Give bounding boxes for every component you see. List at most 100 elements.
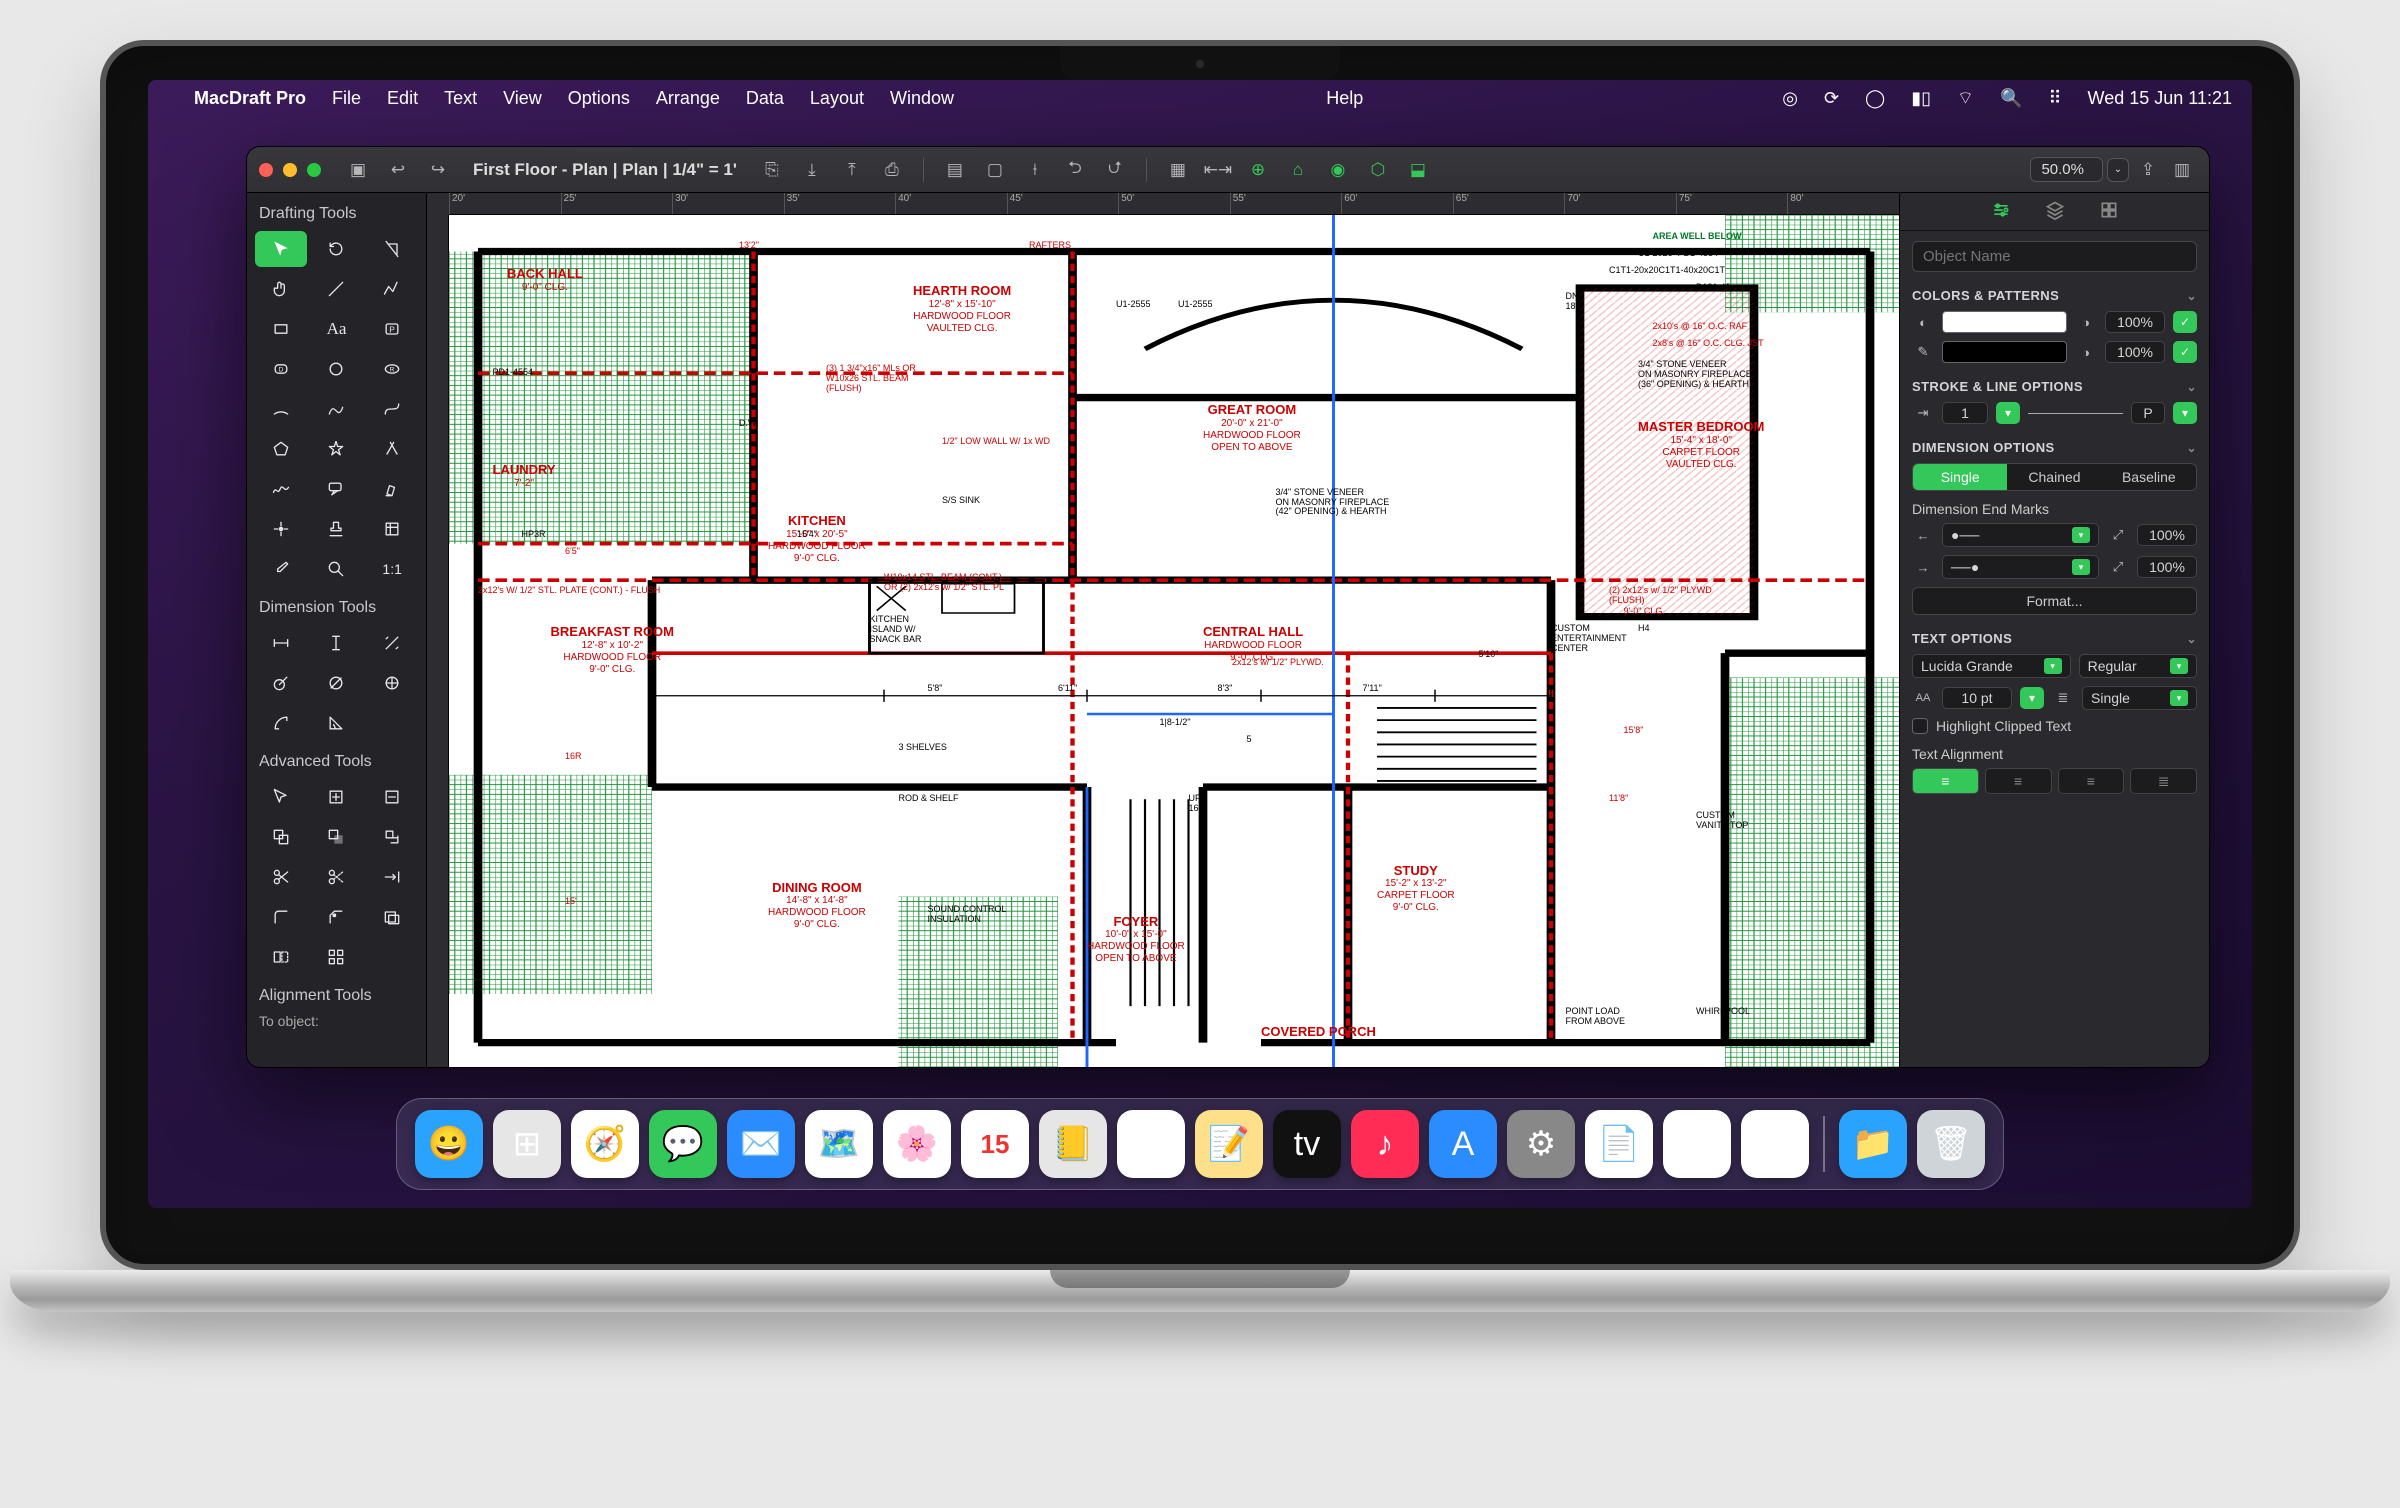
leading-dropdown[interactable]: Single▾ <box>2082 686 2197 710</box>
align-icon[interactable]: ⟊ <box>1020 155 1050 185</box>
offset-tool[interactable] <box>366 899 418 935</box>
weight-stepper[interactable]: ▾ <box>1996 402 2020 424</box>
end2-style-dropdown[interactable]: ──●▾ <box>1942 555 2099 579</box>
dock-app-appstore[interactable]: A <box>1429 1110 1497 1178</box>
flip-h-icon[interactable]: ⮌ <box>1060 155 1090 185</box>
dock-app-trash[interactable]: 🗑 <box>1917 1110 1985 1178</box>
fill-visible-toggle[interactable]: ✓ <box>2173 311 2197 333</box>
dock-app-finder[interactable]: 😀 <box>415 1110 483 1178</box>
inspector-toggle-icon[interactable]: ▥ <box>2167 155 2197 185</box>
dock-app-contacts[interactable]: 📒 <box>1039 1110 1107 1178</box>
dimension-mode-segmented[interactable]: Single Chained Baseline <box>1912 463 2197 491</box>
menu-layout[interactable]: Layout <box>810 88 864 109</box>
snap-angle-icon[interactable]: ⬡ <box>1363 155 1393 185</box>
paratext-tool[interactable]: P <box>366 311 418 347</box>
dock-app-reminders[interactable]: ☑︎ <box>1117 1110 1185 1178</box>
forward-icon[interactable]: ↪︎ <box>423 155 453 185</box>
star-tool[interactable] <box>311 431 363 467</box>
zoom-tool[interactable] <box>311 551 363 587</box>
font-size-stepper[interactable]: ▾ <box>2020 687 2044 709</box>
fullscreen-button[interactable] <box>307 163 321 177</box>
angle-dim-tool[interactable] <box>311 705 363 741</box>
polyline-tool[interactable] <box>366 271 418 307</box>
menu-window[interactable]: Window <box>890 88 954 109</box>
trim-tool[interactable] <box>311 859 363 895</box>
chevron-down-icon[interactable]: ⌄ <box>2187 289 2197 303</box>
stroke-weight-value[interactable]: 1 <box>1942 402 1988 424</box>
center-mark-tool[interactable] <box>366 665 418 701</box>
line-tool[interactable] <box>311 271 363 307</box>
ruler-horizontal[interactable]: 20'25'30'35'40'45'50'55'60'65'70'75'80' <box>449 193 1899 215</box>
point-tool[interactable] <box>255 511 307 547</box>
back-icon[interactable]: ↩︎ <box>383 155 413 185</box>
eyedropper-tool[interactable] <box>255 551 307 587</box>
chevron-down-icon[interactable]: ⌄ <box>2187 441 2197 455</box>
spotlight-icon[interactable]: 🔍 <box>2000 88 2022 109</box>
end1-style-dropdown[interactable]: ●──▾ <box>1942 523 2099 547</box>
menubar-clock[interactable]: Wed 15 Jun 11:21 <box>2088 88 2232 109</box>
aligned-dim-tool[interactable] <box>366 625 418 661</box>
line-end-value[interactable]: P <box>2131 402 2165 424</box>
stamp-tool[interactable] <box>311 511 363 547</box>
ruler-vertical[interactable] <box>427 215 449 1067</box>
subtract-tool[interactable] <box>311 819 363 855</box>
dock-app-textedit[interactable]: 📄 <box>1585 1110 1653 1178</box>
add-node-tool[interactable] <box>311 779 363 815</box>
snap-grid-icon[interactable]: ⊕ <box>1243 155 1273 185</box>
marker-tool[interactable] <box>366 471 418 507</box>
union-tool[interactable] <box>255 819 307 855</box>
print-icon[interactable]: ⎙ <box>877 155 907 185</box>
dim-mode-chained[interactable]: Chained <box>2007 464 2101 490</box>
flip-v-icon[interactable]: ⮍ <box>1100 155 1130 185</box>
pan-tool[interactable] <box>255 271 307 307</box>
dock-app-safari[interactable]: 🧭 <box>571 1110 639 1178</box>
zoom-value[interactable]: 50.0% <box>2030 157 2103 182</box>
snap-objects-icon[interactable]: ◉ <box>1323 155 1353 185</box>
mirror-tool[interactable] <box>255 939 307 975</box>
wifi-icon[interactable]: ⌔ <box>1957 87 1974 110</box>
sync-icon[interactable]: ⟳ <box>1824 88 1839 109</box>
inspector-tab-layers[interactable] <box>2045 200 2065 224</box>
fill-color-swatch[interactable] <box>1942 311 2067 333</box>
align-left[interactable]: ≡ <box>1912 768 1979 794</box>
intersect-tool[interactable] <box>366 819 418 855</box>
dock-app-maps[interactable]: 🗺️ <box>805 1110 873 1178</box>
arc-tool[interactable] <box>255 391 307 427</box>
stroke-opacity-value[interactable]: 100% <box>2105 341 2165 363</box>
dim-mode-baseline[interactable]: Baseline <box>2102 464 2196 490</box>
linear-dim-tool[interactable] <box>255 625 307 661</box>
array-tool[interactable] <box>311 939 363 975</box>
layers-icon[interactable]: ▤ <box>940 155 970 185</box>
crop-tool[interactable] <box>366 231 418 267</box>
snap-icon[interactable]: ⇤⇥ <box>1203 155 1233 185</box>
circle-tool[interactable] <box>311 351 363 387</box>
select-tool[interactable] <box>255 231 307 267</box>
dock-app-messages[interactable]: 💬 <box>649 1110 717 1178</box>
del-node-tool[interactable] <box>366 779 418 815</box>
menu-help[interactable]: Help <box>1326 88 1363 109</box>
diameter-dim-tool[interactable] <box>311 665 363 701</box>
node-select-tool[interactable] <box>255 779 307 815</box>
snap-guides-icon[interactable]: ⌂ <box>1283 155 1313 185</box>
cc-icon[interactable]: ◎ <box>1782 88 1798 109</box>
chevron-down-icon[interactable]: ⌄ <box>2187 632 2197 646</box>
chamfer-tool[interactable] <box>311 899 363 935</box>
user-icon[interactable]: ◯ <box>1865 88 1885 109</box>
stroke-visible-toggle[interactable]: ✓ <box>2173 341 2197 363</box>
menu-arrange[interactable]: Arrange <box>656 88 720 109</box>
inspector-tab-library[interactable] <box>2099 200 2119 224</box>
zoom-dropdown[interactable]: ⌄ <box>2107 158 2129 182</box>
dock-app-tv[interactable]: tv <box>1273 1110 1341 1178</box>
rndrect-tool[interactable]: D <box>255 351 307 387</box>
extend-tool[interactable] <box>366 859 418 895</box>
polygon-tool[interactable] <box>255 431 307 467</box>
sidebar-toggle-icon[interactable]: ▣ <box>343 155 373 185</box>
callout-tool[interactable] <box>311 471 363 507</box>
battery-icon[interactable]: ▮▯ <box>1911 88 1931 109</box>
ellipse-tool[interactable]: R <box>366 351 418 387</box>
dock-app-macdraft[interactable]: ✏︎ <box>1663 1110 1731 1178</box>
text-tool[interactable]: Aa <box>311 311 363 347</box>
open-icon[interactable]: ⤓ <box>797 155 827 185</box>
font-style-dropdown[interactable]: Regular▾ <box>2079 654 2197 678</box>
rotate-tool[interactable] <box>311 231 363 267</box>
